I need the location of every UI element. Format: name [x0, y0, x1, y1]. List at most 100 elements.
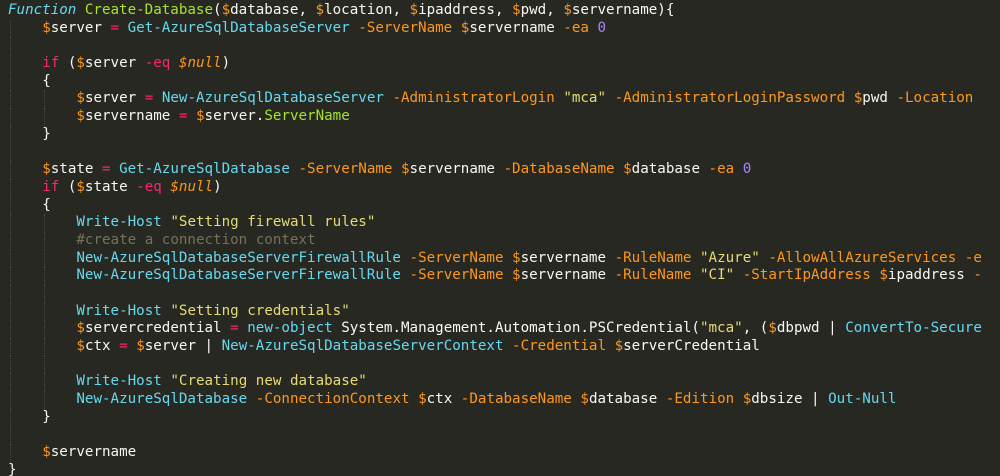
code-line[interactable] — [8, 37, 1000, 56]
code-token: $ — [136, 338, 145, 355]
code-line[interactable]: } — [8, 462, 1000, 476]
code-token: $ — [409, 2, 419, 18]
indent-guide — [10, 178, 11, 197]
code-line[interactable]: { — [8, 72, 1000, 91]
code-line[interactable]: if ($state -eq $null) — [8, 178, 1000, 197]
code-line[interactable] — [8, 143, 1000, 162]
code-line[interactable]: New-AzureSqlDatabaseServerFirewallRule -… — [8, 267, 1000, 285]
code-token: "mca" — [563, 90, 607, 107]
indent-guide — [10, 408, 11, 427]
code-token: servername — [520, 249, 607, 266]
code-line[interactable]: $servercredential = new-object System.Ma… — [8, 320, 1000, 339]
code-token: $ — [76, 178, 85, 195]
code-token: -Edition — [665, 391, 735, 408]
code-token: server — [84, 90, 137, 107]
code-line[interactable]: Write-Host "Setting firewall rules" — [8, 214, 1000, 232]
code-line[interactable]: $ctx = $server | New-AzureSqlDatabaseSer… — [8, 338, 1000, 356]
indent-guide — [10, 426, 11, 445]
code-token: ){ — [657, 2, 675, 18]
indent-guide — [44, 391, 46, 409]
code-token: -ConnectionContext — [255, 391, 410, 408]
code-token: 0 — [742, 161, 752, 178]
code-line[interactable]: Write-Host "Creating new database" — [8, 373, 1000, 392]
code-token: New-AzureSqlDatabaseServerFirewallRule — [76, 249, 401, 266]
code-token: if — [42, 178, 60, 195]
code-token: -ServerName — [358, 19, 453, 36]
code-line[interactable] — [8, 285, 1000, 303]
code-line[interactable]: } — [8, 125, 1000, 144]
indent-guide — [10, 285, 11, 303]
code-token: -ea — [563, 19, 589, 36]
code-line[interactable] — [8, 355, 1000, 374]
code-line[interactable]: Write-Host "Setting credentials" — [8, 302, 1000, 321]
code-token: state — [84, 178, 128, 195]
indent-guide — [44, 320, 46, 339]
code-area[interactable]: Function Create-Database($database, $loc… — [8, 2, 1000, 476]
code-token: "Setting credentials" — [170, 302, 350, 319]
code-token: { — [42, 196, 51, 213]
code-token: servername — [469, 19, 555, 36]
code-token: -ServerName — [298, 161, 393, 178]
code-line[interactable]: #create a connection context — [8, 231, 1000, 250]
code-line[interactable]: $servername — [8, 444, 1000, 462]
code-token: -ServerName — [409, 249, 504, 266]
code-line[interactable]: $server = New-AzureSqlDatabaseServer -Ad… — [8, 90, 1000, 109]
code-line[interactable] — [8, 426, 1000, 445]
code-token: { — [42, 72, 51, 89]
code-token: | — [819, 320, 846, 337]
code-token: $ — [563, 2, 572, 18]
code-token: -eq — [144, 55, 171, 72]
code-token: - — [973, 267, 982, 284]
indent-guide — [10, 267, 11, 285]
code-editor[interactable]: Function Create-Database($database, $loc… — [0, 0, 1000, 476]
code-line[interactable]: $servername = $server.ServerName — [8, 108, 1000, 126]
code-token: dbsize — [751, 391, 803, 408]
code-token: } — [42, 125, 51, 142]
code-token: servername — [409, 161, 495, 178]
indent-guide — [10, 338, 11, 356]
code-token: $ — [76, 320, 85, 337]
code-token: "Setting firewall rules" — [170, 214, 376, 231]
code-token: $ — [170, 178, 179, 195]
code-line[interactable]: { — [8, 196, 1000, 215]
code-token: if — [42, 55, 60, 72]
indent-guide — [10, 37, 11, 56]
indent-guide — [44, 285, 46, 303]
code-line[interactable]: if ($server -eq $null) — [8, 55, 1000, 73]
indent-guide — [10, 19, 11, 38]
code-line[interactable]: New-AzureSqlDatabaseServerFirewallRule -… — [8, 249, 1000, 268]
code-token: Get-AzureSqlDatabase — [119, 161, 290, 178]
code-line[interactable]: Function Create-Database($database, $loc… — [8, 2, 1000, 20]
code-token: "Creating new database" — [170, 373, 367, 390]
code-line[interactable]: $server = Get-AzureSqlDatabaseServer -Se… — [8, 19, 1000, 38]
code-token: , ( — [742, 320, 769, 337]
code-token: ( — [213, 2, 222, 18]
code-token: pwd — [520, 2, 547, 18]
code-token: -Location — [896, 90, 974, 107]
indent-guide — [10, 302, 11, 321]
code-token: ctx — [84, 338, 111, 355]
code-token: pwd — [862, 90, 888, 107]
code-line[interactable]: New-AzureSqlDatabase -ConnectionContext … — [8, 391, 1000, 409]
code-line[interactable]: $state = Get-AzureSqlDatabase -ServerNam… — [8, 161, 1000, 179]
code-token: = — [144, 90, 154, 107]
code-token: , — [546, 2, 564, 18]
code-line[interactable]: } — [8, 408, 1000, 427]
